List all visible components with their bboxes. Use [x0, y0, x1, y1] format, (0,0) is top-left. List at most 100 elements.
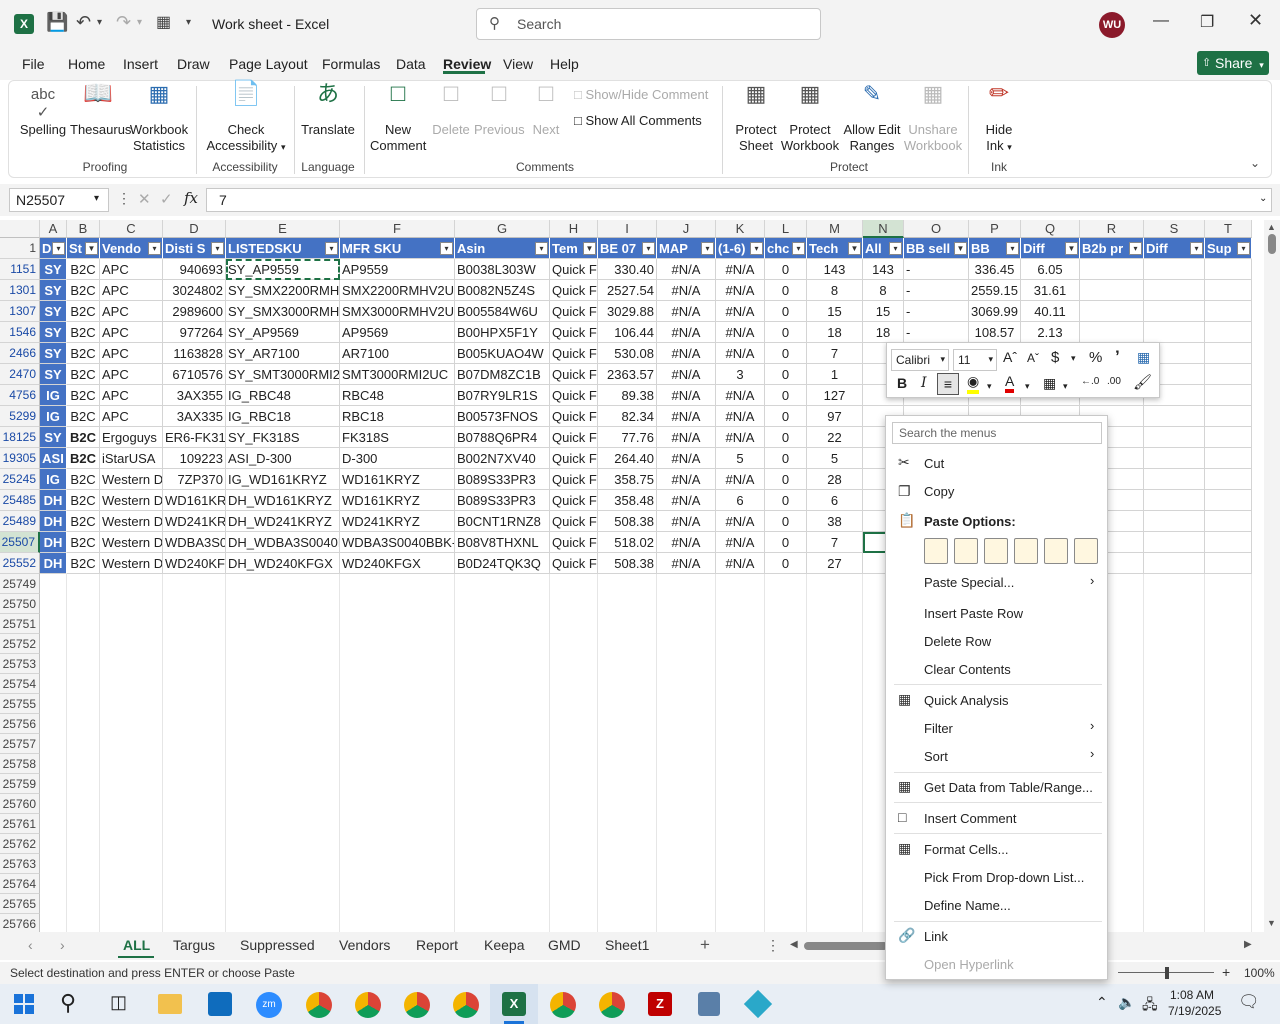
table-cell[interactable]: 7ZP370 [163, 469, 226, 490]
table-cell[interactable]: B2C [67, 280, 100, 301]
row-header[interactable]: 25766 [0, 914, 40, 932]
table-cell[interactable]: 27 [807, 553, 863, 574]
table-cell[interactable]: B2C [67, 427, 100, 448]
menu-item-pick-from-list[interactable]: Pick From Drop-down List... [924, 870, 1084, 885]
row-header[interactable]: 25752 [0, 634, 40, 654]
row-header[interactable]: 25762 [0, 834, 40, 854]
table-cell[interactable]: B2C [67, 301, 100, 322]
row-header[interactable]: 25753 [0, 654, 40, 674]
filter-active-icon[interactable]: ▼ [954, 242, 967, 255]
undo-dropdown-icon[interactable]: ▾ [97, 17, 102, 28]
table-cell[interactable]: DH_WDBA3S0040B [226, 532, 340, 553]
select-all-corner[interactable] [0, 220, 40, 238]
table-cell[interactable]: Western D [100, 469, 163, 490]
paste-link-icon[interactable] [1074, 538, 1098, 564]
zoom-level[interactable]: 100% [1244, 966, 1275, 980]
menu-draw[interactable]: Draw [177, 56, 210, 72]
start-icon[interactable] [14, 994, 34, 1014]
percent-icon[interactable]: % [1089, 349, 1102, 366]
table-cell[interactable]: Western D [100, 553, 163, 574]
table-cell[interactable]: 143 [807, 259, 863, 280]
table-cell[interactable]: B089S33PR3 [455, 490, 550, 511]
table-cell[interactable]: SY [40, 343, 67, 364]
table-cell[interactable]: 15 [807, 301, 863, 322]
table-cell[interactable]: APC [100, 385, 163, 406]
table-cell[interactable] [1144, 427, 1205, 448]
row-header[interactable]: 25758 [0, 754, 40, 774]
row-header[interactable]: 25245 [0, 469, 40, 490]
comma-style-icon[interactable]: ’ [1115, 347, 1120, 367]
table-cell[interactable] [1144, 532, 1205, 553]
table-cell[interactable] [1144, 406, 1205, 427]
menu-item-get-data[interactable]: Get Data from Table/Range... [924, 780, 1093, 795]
menu-home[interactable]: Home [68, 56, 105, 72]
clock-time[interactable]: 1:08 AM [1170, 988, 1214, 1002]
sheet-tab-all[interactable]: ALL [123, 937, 150, 953]
table-cell[interactable]: RBC48 [340, 385, 455, 406]
table-cell[interactable]: 2559.15 [969, 280, 1021, 301]
table-cell[interactable] [1205, 343, 1252, 364]
unshare-workbook-button[interactable]: ▦ Unshare Workbook [902, 83, 964, 154]
table-header-cell[interactable]: MFR SKU [340, 238, 455, 259]
table-cell[interactable]: 2.13 [1021, 322, 1080, 343]
row-header[interactable]: 25759 [0, 774, 40, 794]
table-cell[interactable]: APC [100, 406, 163, 427]
table-cell[interactable]: B2C [67, 322, 100, 343]
table-cell[interactable]: 5 [716, 448, 765, 469]
table-cell[interactable]: 6.05 [1021, 259, 1080, 280]
vertical-scrollbar[interactable]: ▲ ▼ [1264, 220, 1280, 932]
chrome-icon[interactable] [355, 992, 381, 1018]
table-cell[interactable]: 18 [807, 322, 863, 343]
table-cell[interactable]: SY [40, 322, 67, 343]
table-cell[interactable]: 22 [807, 427, 863, 448]
table-cell[interactable]: 0 [765, 322, 807, 343]
table-cell[interactable]: 0 [765, 448, 807, 469]
table-cell[interactable]: 3 [716, 364, 765, 385]
protect-workbook-button[interactable]: ▦ Protect Workbook [780, 83, 840, 154]
table-cell[interactable]: DH_WD161KRYZ [226, 490, 340, 511]
table-cell[interactable]: IG_WD161KRYZ [226, 469, 340, 490]
filter-active-icon[interactable]: ▼ [85, 242, 98, 255]
row-header[interactable]: 25763 [0, 854, 40, 874]
table-cell[interactable] [1144, 280, 1205, 301]
table-cell[interactable]: WD241KRYZ [340, 511, 455, 532]
filter-dropdown-icon[interactable]: ▾ [1129, 242, 1142, 255]
scroll-up-icon[interactable]: ▲ [1267, 222, 1276, 232]
filter-dropdown-icon[interactable]: ▾ [1237, 242, 1250, 255]
collapse-ribbon-icon[interactable]: ⌄ [1250, 156, 1260, 170]
table-cell[interactable]: #N/A [657, 406, 716, 427]
table-cell[interactable]: 2989600 [163, 301, 226, 322]
bold-icon[interactable]: B [897, 375, 907, 391]
table-cell[interactable]: B07RY9LR1S [455, 385, 550, 406]
decrease-font-icon[interactable]: Aˇ [1027, 351, 1039, 365]
table-cell[interactable] [1144, 322, 1205, 343]
row-header[interactable]: 5299 [0, 406, 40, 427]
table-cell[interactable] [1080, 280, 1144, 301]
table-cell[interactable]: #N/A [657, 301, 716, 322]
menu-item-copy[interactable]: Copy [924, 484, 954, 499]
filter-dropdown-icon[interactable]: ▾ [889, 242, 902, 255]
table-cell[interactable]: #N/A [716, 469, 765, 490]
column-header[interactable]: E [226, 220, 340, 238]
taskbar-search-icon[interactable]: ⚲ [60, 990, 76, 1016]
row-header[interactable]: 1301 [0, 280, 40, 301]
spelling-button[interactable]: abc ✓ Spelling [18, 86, 68, 138]
table-cell[interactable]: 0 [765, 490, 807, 511]
next-sheet-icon[interactable]: › [60, 937, 65, 953]
table-cell[interactable]: 264.40 [598, 448, 657, 469]
chevron-down-icon[interactable]: ▾ [1063, 381, 1068, 392]
horizontal-scroll-thumb[interactable] [804, 942, 888, 950]
table-cell[interactable]: B002N7XV40 [455, 448, 550, 469]
filter-dropdown-icon[interactable]: ▾ [642, 242, 655, 255]
table-cell[interactable]: B07DM8ZC1B [455, 364, 550, 385]
table-cell[interactable]: - [904, 280, 969, 301]
table-cell[interactable]: Western D [100, 532, 163, 553]
table-cell[interactable]: B089S33PR3 [455, 469, 550, 490]
outlook-icon[interactable] [208, 992, 232, 1016]
table-cell[interactable]: 0 [765, 427, 807, 448]
row-header[interactable]: 1546 [0, 322, 40, 343]
table-cell[interactable]: 0 [765, 385, 807, 406]
sheet-tab-vendors[interactable]: Vendors [339, 937, 390, 953]
paste-values-icon[interactable] [954, 538, 978, 564]
table-cell[interactable]: 3069.99 [969, 301, 1021, 322]
